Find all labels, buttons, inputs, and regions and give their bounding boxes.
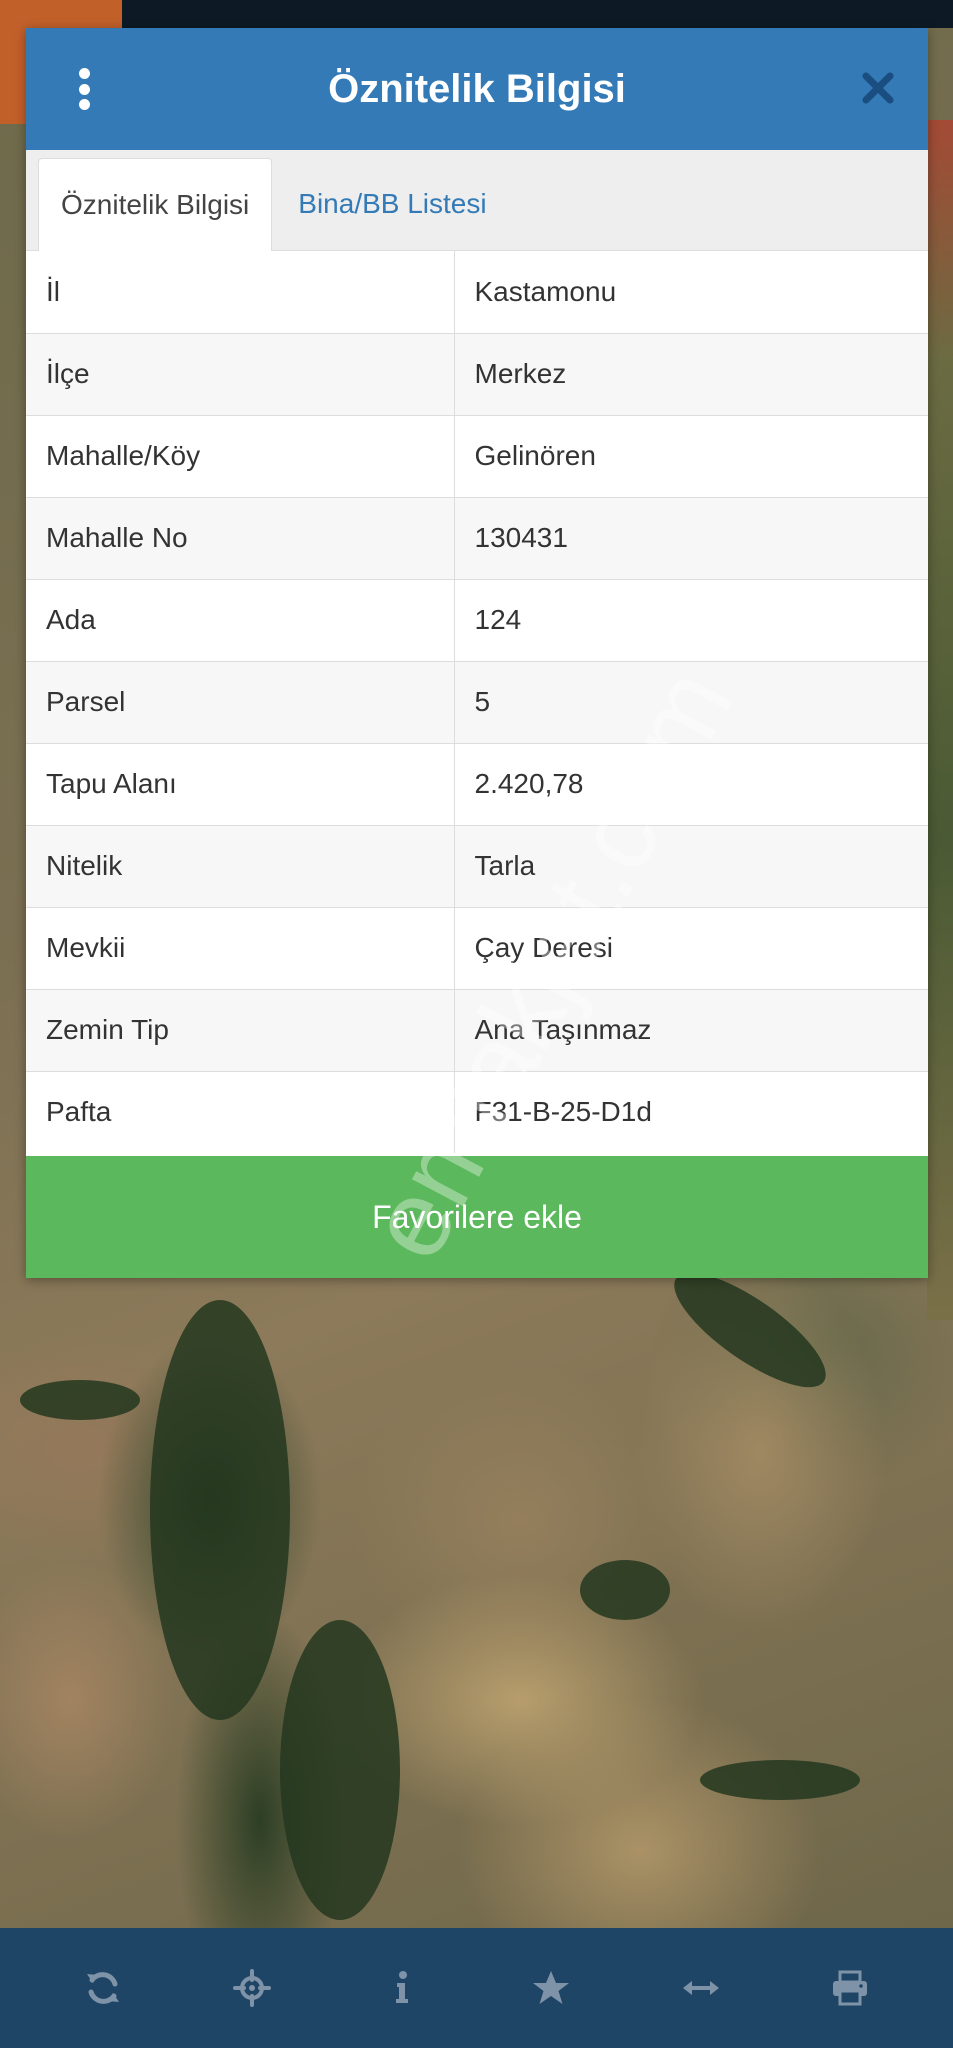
attribute-key: Zemin Tip [26,988,455,1071]
status-bar [0,0,953,28]
attribute-key: Ada [26,578,455,661]
attribute-table: İl Kastamonu İlçe Merkez Mahalle/Köy Gel… [26,251,928,1153]
info-icon [395,1971,408,2003]
map-tree-cluster [700,1760,860,1800]
star-icon [533,1971,570,2004]
table-row: Nitelik Tarla [26,824,928,907]
favorites-button[interactable] [511,1948,591,2028]
attribute-key: Tapu Alanı [26,742,455,825]
dialog-title: Öznitelik Bilgisi [328,66,626,111]
attribute-key: Mahalle/Köy [26,414,455,497]
measure-button[interactable] [661,1948,741,2028]
bottom-toolbar [0,1928,953,2048]
info-button[interactable] [362,1948,442,2028]
attribute-key: Mevkii [26,906,455,989]
table-row: İl Kastamonu [26,251,928,333]
attribute-value: Kastamonu [474,275,617,307]
attribute-value: 2.420,78 [454,742,928,825]
attribute-value: 130431 [454,496,928,579]
locate-button[interactable] [212,1948,292,2028]
attribute-key: İl [26,251,455,333]
refresh-icon [86,1972,119,2004]
attribute-key: Nitelik [26,824,455,907]
attribute-key: Parsel [26,660,455,743]
attribute-key: İlçe [26,332,455,415]
attribute-key: Pafta [26,1070,455,1153]
table-row: Mahalle/Köy Gelinören [26,414,928,497]
attribute-value: Ana Taşınmaz [454,988,928,1071]
table-row: Mahalle No 130431 [26,496,928,579]
table-row: Tapu Alanı 2.420,78 [26,742,928,825]
table-row: Mevkii Çay Deresi [26,906,928,989]
map-tree-cluster [150,1300,290,1720]
measure-icon [682,1981,719,1995]
crosshair-icon [233,1969,272,2007]
print-button[interactable] [810,1948,890,2028]
table-row: Parsel 5 [26,660,928,743]
tab-attribute-info[interactable]: Öznitelik Bilgisi [38,158,273,251]
tab-bar: Öznitelik Bilgisi Bina/BB Listesi [26,150,928,251]
dialog-header: Öznitelik Bilgisi [26,28,928,150]
attribute-value: Tarla [454,824,928,907]
table-row: Pafta F31-B-25-D1d [26,1070,928,1153]
attribute-value: F31-B-25-D1d [454,1070,928,1153]
attribute-dialog: Öznitelik Bilgisi Öznitelik Bilgisi Bina… [26,28,928,1278]
attribute-key: Mahalle No [26,496,455,579]
close-icon[interactable] [858,68,898,108]
print-icon [833,1970,868,2006]
tab-building-list[interactable]: Bina/BB Listesi [272,158,508,250]
attribute-value: Merkez [454,332,928,415]
table-row: Ada 124 [26,578,928,661]
more-vertical-icon[interactable] [76,68,92,110]
map-tree-cluster [20,1380,140,1420]
attribute-value: 124 [454,578,928,661]
attribute-value: Çay Deresi [454,906,928,989]
map-tree-cluster [280,1620,400,1920]
refresh-button[interactable] [63,1948,143,2028]
attribute-value: 5 [454,660,928,743]
map-edge-strip [927,120,953,1320]
attribute-value: Gelinören [454,414,928,497]
table-row: İlçe Merkez [26,332,928,415]
map-tree-cluster [580,1560,670,1620]
table-row: Zemin Tip Ana Taşınmaz [26,988,928,1071]
add-to-favorites-button[interactable]: Favorilere ekle [26,1156,928,1278]
